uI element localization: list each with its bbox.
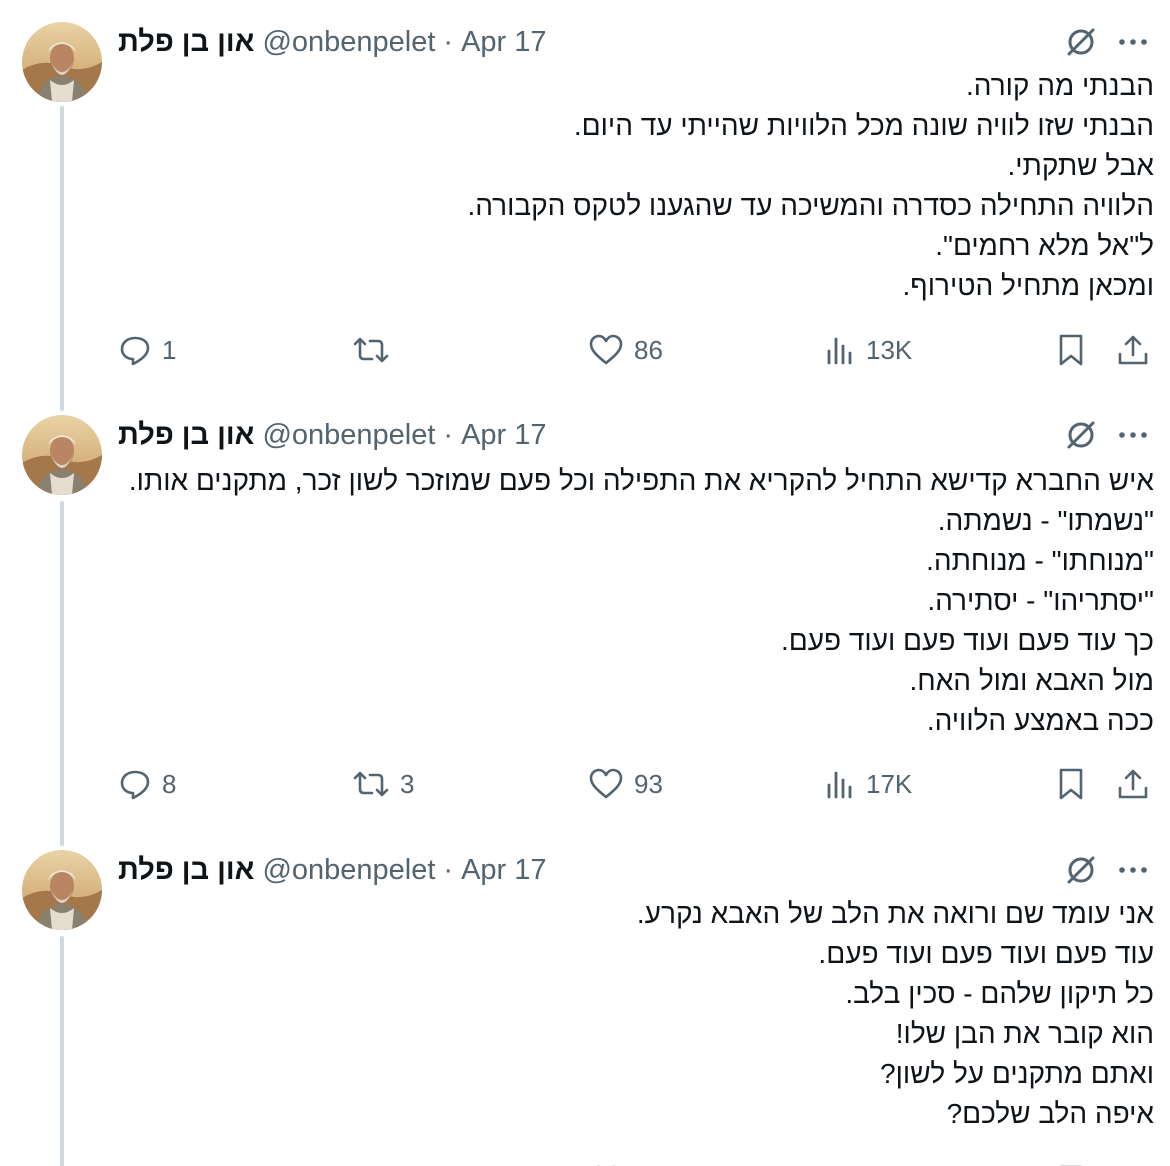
thread-line xyxy=(60,395,64,411)
tweet-line: הלוויה התחילה כסדרה והמשיכה עד שהגענו לט… xyxy=(467,190,1154,221)
like-icon xyxy=(589,768,623,799)
views-button[interactable]: 17K xyxy=(824,759,912,809)
bookmark-icon xyxy=(1059,768,1083,800)
thread-line xyxy=(60,501,64,841)
tweet-text: אני עומד שם ורואה את הלב של האבא נקרע. ע… xyxy=(124,894,1154,1134)
avatar[interactable] xyxy=(22,415,102,495)
tweet-line: הוא קובר את הבן שלו! xyxy=(895,1018,1154,1049)
views-count: 17K xyxy=(866,768,913,799)
tweet-text: איש החברא קדישא התחיל להקריא את התפילה ו… xyxy=(124,461,1154,741)
action-bar: 8 3 93 17K xyxy=(112,759,1162,809)
tweet-line: ומכאן מתחיל הטירוף. xyxy=(902,270,1155,301)
reply-icon xyxy=(120,770,150,800)
tweet-header: און בן פלת @onbenpelet · Apr 17 xyxy=(118,850,547,890)
tweet-line: כך עוד פעם ועוד פעם ועוד פעם. xyxy=(780,625,1154,656)
tweet-line: מול האבא ומול האח. xyxy=(909,665,1155,696)
more-icon[interactable] xyxy=(1116,853,1150,887)
tweet-line: אני עומד שם ורואה את הלב של האבא נקרע. xyxy=(636,898,1154,929)
reply-button[interactable] xyxy=(118,1156,152,1166)
tweet-text: הבנתי מה קורה. הבנתי שזו לוויה שונה מכל … xyxy=(124,66,1154,306)
tweet-line: ככה באמצע הלוויה. xyxy=(926,705,1154,736)
tweet-date[interactable]: Apr 17 xyxy=(461,419,546,452)
tweet-top-icons xyxy=(1064,22,1150,62)
like-button[interactable]: 93 xyxy=(588,759,663,809)
like-button[interactable]: 86 xyxy=(588,325,663,375)
bookmark-button[interactable] xyxy=(1056,325,1086,375)
tweet-line: ואתם מתקנים על לשון? xyxy=(880,1058,1154,1089)
grok-slash-icon[interactable] xyxy=(1064,853,1098,887)
tweet-line: הבנתי שזו לוויה שונה מכל הלוויות שהייתי … xyxy=(573,110,1154,141)
like-count: 86 xyxy=(634,334,663,365)
share-icon xyxy=(1118,335,1148,365)
tweet-header: און בן פלת @onbenpelet · Apr 17 xyxy=(118,415,547,455)
views-button[interactable]: 13K xyxy=(824,325,912,375)
repost-icon xyxy=(353,337,389,363)
reply-button[interactable]: 1 xyxy=(118,325,176,375)
action-bar: 1 86 13K xyxy=(112,325,1162,375)
tweet-top-icons xyxy=(1064,850,1150,890)
views-button[interactable] xyxy=(824,1156,856,1166)
thread-line xyxy=(60,106,64,406)
tweet-date[interactable]: Apr 17 xyxy=(461,854,546,887)
tweet-line: "יסתריהו" - יסתירה. xyxy=(927,585,1154,616)
repost-button[interactable] xyxy=(352,1156,390,1166)
repost-icon xyxy=(353,771,389,797)
separator-dot: · xyxy=(443,25,454,58)
tweet-header: און בן פלת @onbenpelet · Apr 17 xyxy=(118,22,547,62)
bookmark-button[interactable] xyxy=(1056,759,1086,809)
bookmark-icon xyxy=(1059,334,1083,366)
reply-count: 1 xyxy=(162,334,177,365)
share-icon xyxy=(1118,769,1148,799)
share-button[interactable] xyxy=(1116,325,1150,375)
like-icon xyxy=(589,334,623,365)
separator-dot: · xyxy=(443,853,454,886)
avatar[interactable] xyxy=(22,850,102,930)
author-name[interactable]: און בן פלת xyxy=(118,26,254,59)
bookmark-button[interactable] xyxy=(1056,1156,1086,1166)
views-count: 13K xyxy=(866,334,913,365)
tweet-line: איפה הלב שלכם? xyxy=(946,1098,1154,1129)
tweet-line: ל"אל מלא רחמים". xyxy=(935,230,1154,261)
views-icon xyxy=(827,771,852,799)
share-button[interactable] xyxy=(1116,759,1150,809)
like-count: 93 xyxy=(634,768,663,799)
tweet[interactable]: און בן פלת @onbenpelet · Apr 17 איש החבר… xyxy=(0,395,1170,841)
more-icon[interactable] xyxy=(1116,418,1150,452)
avatar[interactable] xyxy=(22,22,102,102)
repost-button[interactable] xyxy=(352,325,400,375)
author-handle[interactable]: @onbenpelet xyxy=(262,419,435,452)
author-handle[interactable]: @onbenpelet xyxy=(262,26,435,59)
tweet[interactable]: און בן פלת @onbenpelet · Apr 17 הבנתי מה… xyxy=(0,0,1170,406)
views-icon xyxy=(827,337,852,365)
grok-slash-icon[interactable] xyxy=(1064,25,1098,59)
like-button[interactable] xyxy=(588,1156,624,1166)
action-bar xyxy=(112,1156,1162,1166)
repost-count: 3 xyxy=(400,768,415,799)
tweet-top-icons xyxy=(1064,415,1150,455)
thread-line xyxy=(60,830,64,846)
reply-button[interactable]: 8 xyxy=(118,759,176,809)
tweet[interactable]: און בן פלת @onbenpelet · Apr 17 אני עומד… xyxy=(0,830,1170,1166)
tweet-line: עוד פעם ועוד פעם ועוד פעם. xyxy=(818,938,1154,969)
thread: און בן פלת @onbenpelet · Apr 17 הבנתי מה… xyxy=(0,0,1170,1166)
tweet-date[interactable]: Apr 17 xyxy=(461,26,546,59)
tweet-line: אבל שתקתי. xyxy=(1007,150,1154,181)
repost-button[interactable]: 3 xyxy=(352,759,414,809)
tweet-line: "מנוחתו" - מנוחתה. xyxy=(926,545,1154,576)
reply-count: 8 xyxy=(162,768,177,799)
separator-dot: · xyxy=(443,418,454,451)
grok-slash-icon[interactable] xyxy=(1064,418,1098,452)
author-name[interactable]: און בן פלת xyxy=(118,854,254,887)
tweet-line: "נשמתו" - נשמתה. xyxy=(937,505,1154,536)
tweet-line: איש החברא קדישא התחיל להקריא את התפילה ו… xyxy=(128,465,1154,496)
thread-line xyxy=(60,936,64,1166)
tweet-line: הבנתי מה קורה. xyxy=(966,70,1154,101)
reply-icon xyxy=(120,336,150,366)
tweet-line: כל תיקון שלהם - סכין בלב. xyxy=(845,978,1154,1009)
author-handle[interactable]: @onbenpelet xyxy=(262,854,435,887)
more-icon[interactable] xyxy=(1116,25,1150,59)
author-name[interactable]: און בן פלת xyxy=(118,419,254,452)
